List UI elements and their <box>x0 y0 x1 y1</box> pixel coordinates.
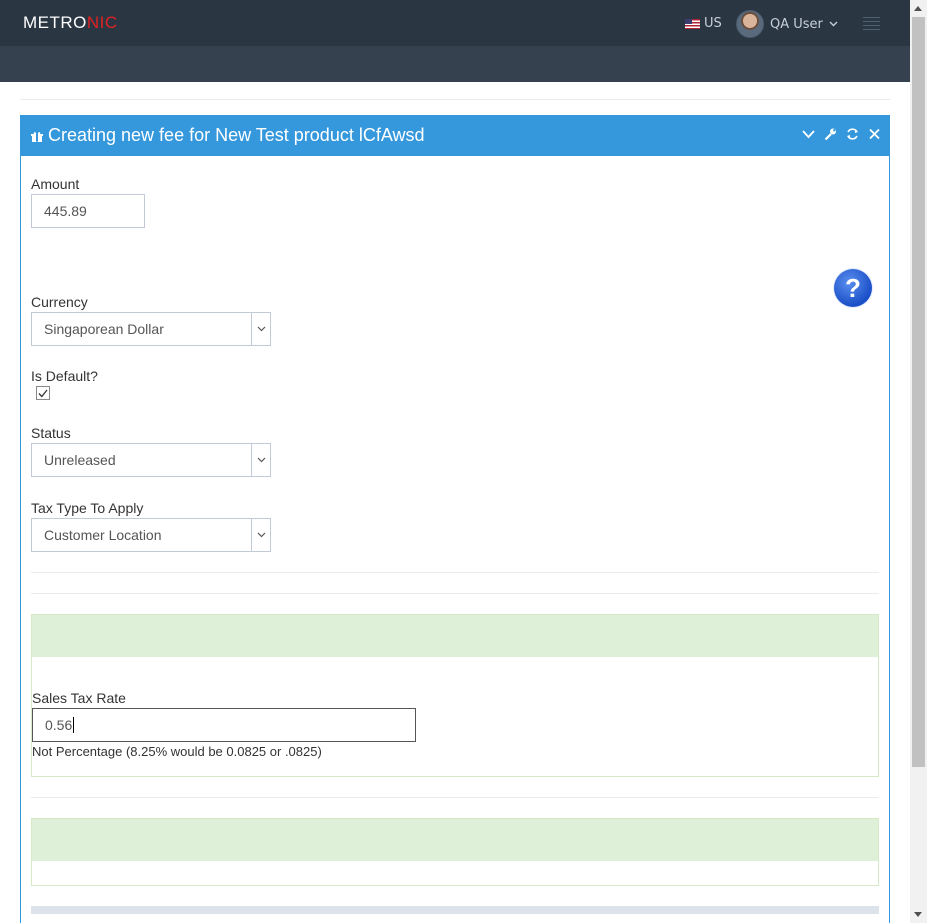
sales-tax-panel: Sales Tax Rate 0.56 Not Percentage (8.25… <box>31 614 879 777</box>
amount-input[interactable]: 445.89 <box>31 194 145 228</box>
secondary-panel-heading <box>32 819 878 861</box>
chevron-down-icon <box>251 313 270 345</box>
is-default-label: Is Default? <box>31 368 98 384</box>
tax-type-label: Tax Type To Apply <box>31 500 144 516</box>
fee-portlet: Creating new fee for New Test product lC… <box>20 115 890 923</box>
form-divider <box>31 593 879 594</box>
language-label: US <box>704 16 722 31</box>
sales-tax-help-text: Not Percentage (8.25% would be 0.0825 or… <box>32 744 322 759</box>
scroll-up-arrow[interactable] <box>914 6 922 11</box>
chevron-down-icon <box>829 19 838 30</box>
scroll-thumb[interactable] <box>912 17 925 767</box>
form-divider <box>31 797 879 798</box>
is-default-checkbox[interactable] <box>36 386 50 400</box>
vertical-scrollbar[interactable] <box>910 0 927 923</box>
help-icon[interactable]: ? <box>834 269 872 307</box>
logo-main: METRO <box>23 13 87 32</box>
user-menu[interactable]: QA User <box>736 10 838 38</box>
user-name: QA User <box>770 16 823 32</box>
currency-select[interactable]: Singaporean Dollar <box>31 312 271 346</box>
sales-tax-panel-heading <box>32 615 878 657</box>
menu-icon[interactable] <box>863 17 880 30</box>
close-icon[interactable] <box>868 127 881 141</box>
sales-tax-value: 0.56 <box>45 717 73 733</box>
status-value: Unreleased <box>44 452 116 468</box>
currency-value: Singaporean Dollar <box>44 321 164 337</box>
portlet-body: Amount 445.89 ? Currency Singaporean Dol… <box>21 156 889 914</box>
flag-us-icon <box>685 18 700 29</box>
chevron-down-icon <box>251 519 270 551</box>
status-label: Status <box>31 425 71 441</box>
amount-value: 445.89 <box>44 203 87 219</box>
form-footer-bar <box>31 906 879 914</box>
checkmark-icon <box>38 389 48 397</box>
sales-tax-input[interactable]: 0.56 <box>32 708 416 742</box>
amount-label: Amount <box>31 176 80 192</box>
avatar <box>736 10 764 38</box>
form-divider <box>31 572 879 573</box>
text-cursor <box>73 717 75 733</box>
refresh-icon[interactable] <box>846 127 859 141</box>
wrench-icon[interactable] <box>824 127 837 141</box>
secondary-panel <box>31 818 879 886</box>
page-divider <box>20 99 890 100</box>
language-selector[interactable]: US <box>685 16 722 31</box>
tax-type-select[interactable]: Customer Location <box>31 518 271 552</box>
currency-label: Currency <box>31 294 88 310</box>
top-navbar: METRONIC US QA User <box>0 0 910 46</box>
scroll-down-arrow[interactable] <box>914 912 922 917</box>
tax-type-value: Customer Location <box>44 527 162 543</box>
portlet-title-bar: Creating new fee for New Test product lC… <box>21 115 889 156</box>
status-select[interactable]: Unreleased <box>31 443 271 477</box>
logo-accent: NIC <box>86 13 118 32</box>
sales-tax-label: Sales Tax Rate <box>32 690 126 706</box>
chevron-down-icon <box>251 444 270 476</box>
portlet-tools <box>802 127 881 141</box>
gift-icon <box>31 130 43 142</box>
collapse-chevron-down-icon[interactable] <box>802 127 815 141</box>
sub-navbar <box>0 46 910 82</box>
portlet-caption: Creating new fee for New Test product lC… <box>48 125 425 145</box>
logo[interactable]: METRONIC <box>23 13 118 33</box>
